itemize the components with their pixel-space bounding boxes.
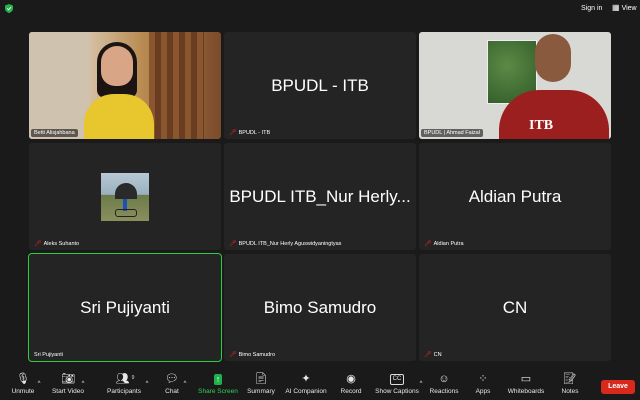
- chevron-up-icon: ^: [145, 380, 149, 387]
- chevron-up-icon: ^: [183, 380, 187, 387]
- participant-name-tag: BPUDL | Ahmad Faizal: [421, 129, 483, 137]
- whiteboard-icon: ▭: [520, 372, 532, 385]
- participant-tile-cn[interactable]: CN 🎤︎ CN: [419, 254, 611, 361]
- participant-tile-aldian[interactable]: Aldian Putra 🎤︎ Aldian Putra: [419, 143, 611, 250]
- summary-button[interactable]: 📄︎ Summary: [246, 368, 276, 400]
- muted-microphone-icon: 🎙︎: [16, 372, 30, 385]
- video-options-caret[interactable]: ^: [80, 368, 86, 400]
- captions-icon: CC: [389, 373, 405, 385]
- participant-name-tag: 🎤︎ Bimo Samudro: [229, 351, 276, 359]
- avatar: [101, 173, 149, 221]
- participant-name-tag: 🎤︎ Aleks Suhanto: [34, 240, 80, 248]
- share-screen-button[interactable]: ↑ Share Screen: [197, 368, 239, 400]
- video-off-icon: 📷︎: [61, 372, 75, 385]
- apps-button[interactable]: ⁘ Apps: [472, 368, 494, 400]
- summary-icon: 📄︎: [254, 372, 268, 385]
- participants-button[interactable]: 👥︎ 9 Participants: [106, 368, 142, 400]
- record-button[interactable]: ◉ Record: [338, 368, 364, 400]
- participant-display-name: BPUDL - ITB: [271, 76, 369, 95]
- reactions-button[interactable]: ☺ Reactions: [428, 368, 460, 400]
- participants-count: 9: [131, 374, 135, 381]
- participant-name-tag: 🎤︎ BPUDL ITB_Nur Herly Aguswidyaningtyas: [229, 240, 342, 248]
- participant-tile-bimo[interactable]: Bimo Samudro 🎤︎ Bimo Samudro: [224, 254, 416, 361]
- participants-options-caret[interactable]: ^: [144, 368, 150, 400]
- participant-name-tag: 🎤︎ Aldian Putra: [424, 240, 464, 248]
- muted-mic-icon: 🎤︎: [424, 352, 432, 358]
- muted-mic-icon: 🎤︎: [34, 241, 42, 247]
- meeting-toolbar: 🎙︎ Unmute ^ 📷︎ Start Video ^ 👥︎ 9 Partici…: [0, 368, 640, 400]
- participant-display-name: BPUDL ITB_Nur Herly...: [229, 187, 411, 206]
- view-button[interactable]: ▦ View: [612, 4, 637, 12]
- participant-tile-betti[interactable]: Betti Alisjahbana: [29, 32, 221, 139]
- participant-tile-aleks[interactable]: 🎤︎ Aleks Suhanto: [29, 143, 221, 250]
- muted-mic-icon: 🎤︎: [229, 130, 237, 136]
- chat-button[interactable]: 💬︎ Chat: [160, 368, 184, 400]
- audio-options-caret[interactable]: ^: [36, 368, 42, 400]
- show-captions-button[interactable]: CC Show Captions: [374, 368, 420, 400]
- participant-name-tag: Sri Pujiyanti: [34, 352, 64, 358]
- chat-icon: 💬︎: [165, 372, 179, 385]
- unmute-button[interactable]: 🎙︎ Unmute: [8, 368, 38, 400]
- whiteboards-button[interactable]: ▭ Whiteboards: [506, 368, 546, 400]
- ai-companion-button[interactable]: ✦ AI Companion: [284, 368, 328, 400]
- participant-tile-nur-herly[interactable]: BPUDL ITB_Nur Herly... 🎤︎ BPUDL ITB_Nur …: [224, 143, 416, 250]
- chevron-up-icon: ^: [81, 380, 85, 387]
- shirt-logo: ITB: [529, 118, 554, 133]
- muted-mic-icon: 🎤︎: [229, 352, 237, 358]
- apps-icon: ⁘: [478, 372, 488, 385]
- participants-icon: 👥︎ 9: [115, 372, 135, 385]
- sign-in-link[interactable]: Sign in: [581, 5, 602, 12]
- participant-display-name: Bimo Samudro: [263, 298, 377, 317]
- record-icon: ◉: [346, 372, 356, 385]
- chevron-up-icon: ^: [419, 380, 423, 387]
- muted-mic-icon: 🎤︎: [229, 241, 237, 247]
- smiley-icon: ☺: [438, 372, 450, 385]
- grid-view-icon: ▦: [612, 3, 620, 12]
- muted-mic-icon: 🎤︎: [424, 241, 432, 247]
- participant-tile-bpudl-itb[interactable]: BPUDL - ITB 🎤︎ BPUDL - ITB: [224, 32, 416, 139]
- top-bar: Sign in ▦ View: [0, 0, 640, 18]
- leave-button[interactable]: Leave: [601, 380, 635, 394]
- chat-options-caret[interactable]: ^: [182, 368, 188, 400]
- participant-name-tag: Betti Alisjahbana: [31, 129, 78, 137]
- share-screen-icon: ↑: [213, 373, 223, 385]
- notes-button[interactable]: 📝︎ Notes: [558, 368, 582, 400]
- chevron-up-icon: ^: [37, 380, 41, 387]
- participant-display-name: Aldian Putra: [468, 187, 562, 206]
- notes-icon: 📝︎: [563, 372, 577, 385]
- captions-options-caret[interactable]: ^: [418, 368, 424, 400]
- participant-tile-sri[interactable]: Sri Pujiyanti Sri Pujiyanti: [28, 253, 222, 362]
- participant-name-tag: 🎤︎ BPUDL - ITB: [229, 129, 271, 137]
- view-label: View: [621, 4, 637, 12]
- sparkle-icon: ✦: [301, 372, 311, 385]
- participant-display-name: CN: [502, 298, 528, 317]
- participant-tile-ahmad-faizal[interactable]: ITB BPUDL | Ahmad Faizal: [419, 32, 611, 139]
- participant-display-name: Sri Pujiyanti: [80, 298, 170, 317]
- participant-name-tag: 🎤︎ CN: [424, 351, 442, 359]
- shield-icon[interactable]: [5, 4, 13, 13]
